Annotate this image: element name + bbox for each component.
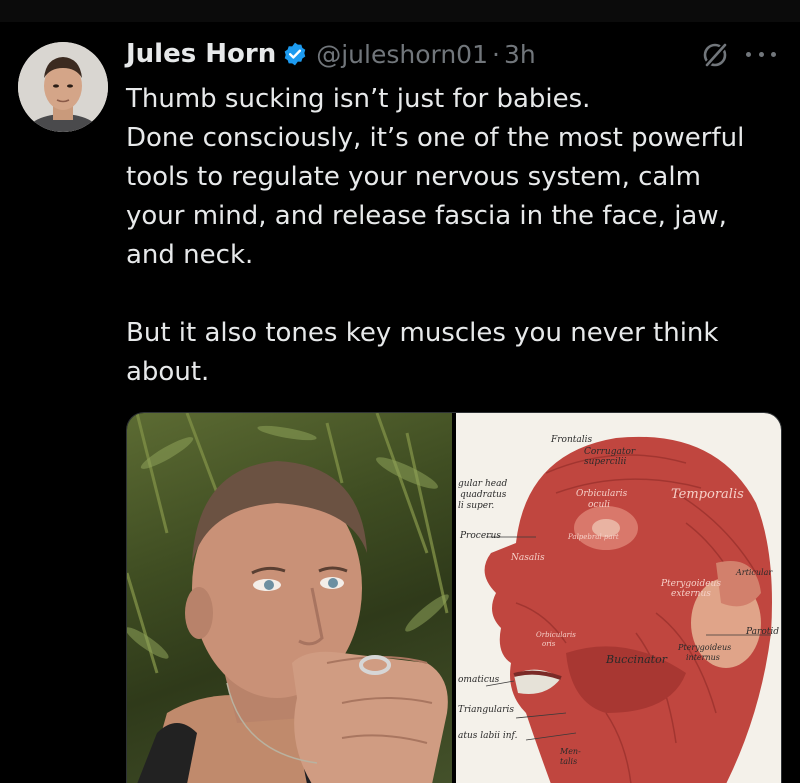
avatar[interactable]	[18, 42, 108, 132]
label-externus: externus	[671, 589, 711, 599]
label-corrugator: Corrugator	[584, 447, 636, 457]
label-parotid: Parotid	[746, 627, 779, 637]
label-orbicularis-oris: Orbicularis	[536, 631, 576, 639]
top-bar	[0, 0, 800, 22]
media-photo-man[interactable]	[127, 413, 452, 783]
tweet-line: Done consciously, it’s one of the most p…	[126, 123, 745, 153]
label-oris: oris	[542, 640, 556, 648]
label-mentalis: Men-	[560, 747, 581, 756]
tweet-line: But it also tones key muscles you never …	[126, 318, 719, 348]
tweet-timestamp[interactable]: 3h	[504, 40, 536, 69]
anatomy-drawing	[456, 413, 781, 783]
label-quadratus: quadratus	[460, 490, 507, 500]
label-oculi: oculi	[588, 500, 611, 510]
label-temporalis: Temporalis	[671, 487, 744, 502]
avatar-image	[18, 42, 108, 132]
grok-icon[interactable]	[700, 40, 730, 70]
tweet-line: Thumb sucking isn’t just for babies.	[126, 84, 591, 114]
label-li-super: li super.	[458, 501, 495, 511]
tweet-line: and neck.	[126, 240, 254, 270]
media-anatomy-illustration[interactable]: Frontalis Corrugator supercilii gular he…	[456, 413, 781, 783]
label-palpebral: Palpebral part	[568, 533, 619, 541]
tweet-line: about.	[126, 357, 210, 387]
header-separator: ·	[492, 39, 500, 69]
label-orbicularis-oculi: Orbicularis	[576, 489, 628, 499]
label-frontalis: Frontalis	[551, 435, 593, 445]
tweet-line: tools to regulate your nervous system, c…	[126, 162, 701, 192]
label-supercilii: supercilii	[584, 457, 627, 467]
label-labii-inf: atus labii inf.	[458, 731, 518, 741]
label-procerus: Procerus	[460, 531, 501, 541]
more-options-icon[interactable]	[746, 52, 776, 60]
verified-badge-icon	[282, 41, 308, 67]
author-handle[interactable]: @juleshorn01	[316, 40, 488, 69]
author-name[interactable]: Jules Horn	[126, 39, 276, 69]
label-articular: Articular	[736, 568, 773, 577]
label-pterygoideus-int: Pterygoideus	[678, 643, 732, 652]
label-pterygoideus-ext: Pterygoideus	[661, 579, 721, 589]
tweet-line: your mind, and release fascia in the fac…	[126, 201, 727, 231]
tweet-text: Thumb sucking isn’t just for babies. Don…	[126, 80, 786, 392]
label-gular-head: gular head	[458, 479, 508, 489]
label-triangularis: Triangularis	[458, 705, 514, 715]
label-nasalis: Nasalis	[511, 553, 545, 563]
label-zygomaticus: omaticus	[458, 675, 500, 685]
label-mentalis-2: talis	[560, 757, 578, 766]
label-internus: internus	[686, 653, 720, 662]
tweet-header: Jules Horn @juleshorn01 · 3h	[126, 34, 536, 74]
tweet-media[interactable]: Frontalis Corrugator supercilii gular he…	[126, 412, 782, 783]
man-photo	[127, 413, 449, 783]
label-buccinator: Buccinator	[606, 653, 667, 666]
dot-icon	[771, 52, 776, 57]
dot-icon	[758, 52, 764, 57]
dot-icon	[746, 52, 751, 57]
tweet: Jules Horn @juleshorn01 · 3h Thumb sucki…	[0, 0, 800, 783]
